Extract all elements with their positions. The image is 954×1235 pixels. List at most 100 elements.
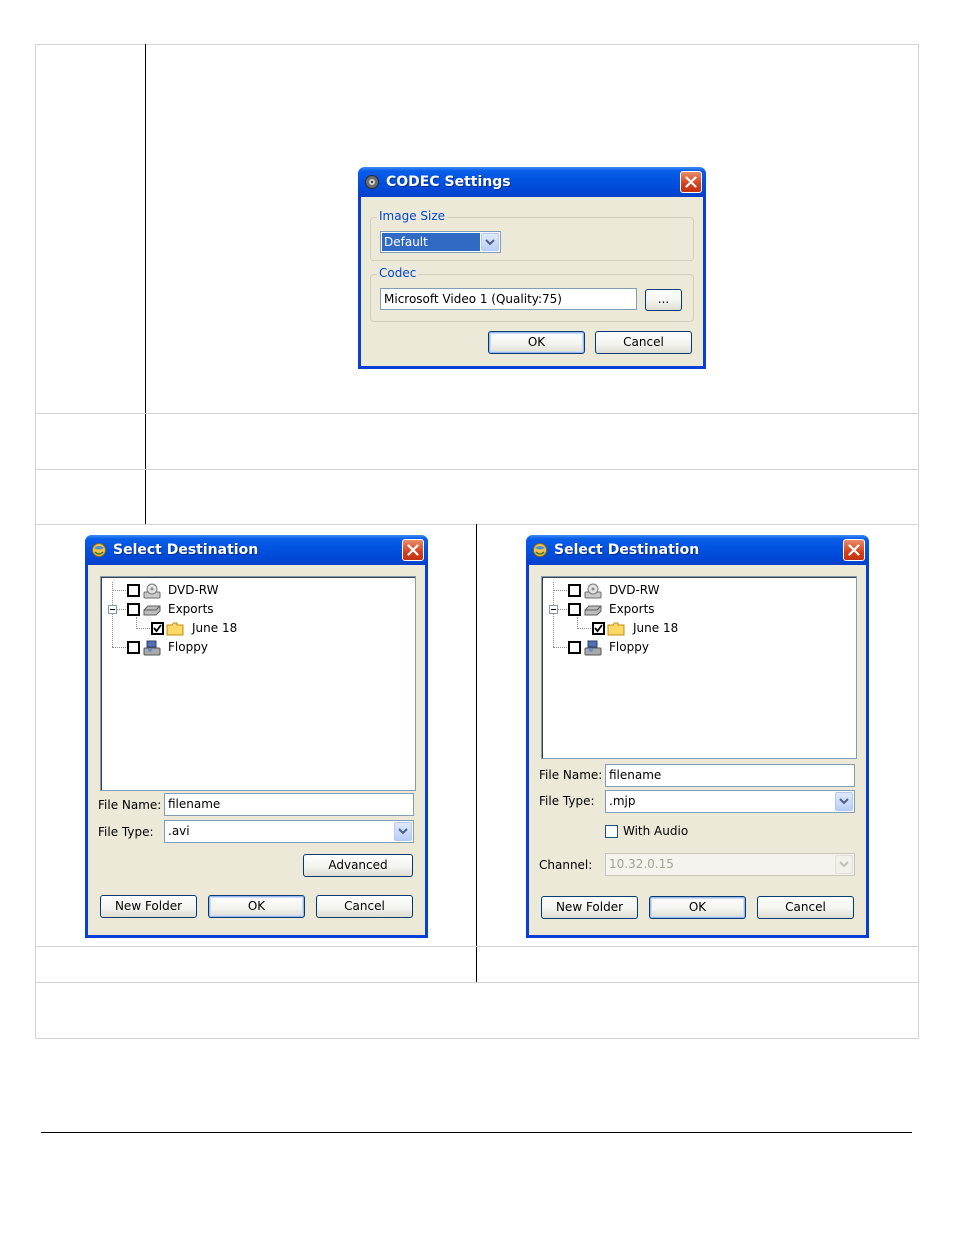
chevron-down-icon [839,798,849,805]
collapse-toggle[interactable] [108,605,117,614]
app-icon [92,543,106,557]
floppy-drive-icon [143,640,161,656]
image-size-dropdown-button[interactable] [481,233,499,251]
tree-item-label: Exports [168,602,214,616]
tree-line [116,609,126,610]
file-name-label: File Name: [98,798,162,812]
cancel-button[interactable]: Cancel [757,896,854,919]
ok-button[interactable]: OK [208,895,305,918]
table-row-line-3 [35,524,919,525]
table-border-top [35,44,919,45]
tree-item-label: June 18 [633,621,679,635]
file-type-select[interactable]: .mjp [605,790,855,813]
chevron-down-icon [485,239,495,246]
new-folder-button[interactable]: New Folder [100,895,197,918]
tree-line [112,647,126,648]
tree-line [577,628,591,629]
file-type-dropdown-button[interactable] [394,822,412,841]
with-audio-checkbox-row[interactable]: With Audio [605,824,725,840]
chevron-down-icon [839,861,849,868]
image-size-select[interactable]: Default [380,231,501,253]
codec-cancel-button[interactable]: Cancel [595,331,692,354]
codec-field[interactable]: Microsoft Video 1 (Quality:75) [380,288,637,310]
tree-line [136,628,150,629]
dvd-drive-icon [143,583,161,599]
destination-left-title: Select Destination [113,542,259,558]
codec-browse-button[interactable]: ... [645,289,682,311]
file-type-label: File Type: [539,794,595,808]
app-icon [365,175,379,189]
table-row-line-2 [35,469,919,470]
tree-checkbox[interactable] [127,641,140,654]
table-row-line-5 [35,982,919,983]
cancel-button[interactable]: Cancel [316,895,413,918]
with-audio-checkbox[interactable] [605,825,618,838]
codec-titlebar[interactable]: CODEC Settings [358,167,706,197]
tree-line [553,590,567,591]
tree-line [553,582,554,647]
file-name-input[interactable]: filename [605,764,855,787]
tree-item-label: DVD-RW [168,583,219,597]
tree-item-label: DVD-RW [609,583,660,597]
drive-icon [143,605,161,616]
close-button[interactable] [843,539,865,561]
file-type-value: .mjp [609,794,636,808]
select-destination-dialog-right: Select Destination DVD-RW Exports June 1… [526,535,869,938]
tree-line [112,590,126,591]
new-folder-button[interactable]: New Folder [541,896,638,919]
tree-checkbox[interactable] [127,584,140,597]
dvd-drive-icon [584,583,602,599]
tree-checkbox[interactable] [568,603,581,616]
file-type-select[interactable]: .avi [164,820,414,843]
tree-line [112,582,113,647]
advanced-button[interactable]: Advanced [303,854,413,877]
image-size-label: Image Size [377,209,448,223]
table-divider-left-col [145,44,146,524]
destination-tree-left[interactable]: DVD-RW Exports June 18 Floppy [100,576,416,791]
close-icon [685,176,697,188]
app-icon [533,543,547,557]
channel-dropdown-button[interactable] [835,855,853,874]
codec-ok-button[interactable]: OK [488,331,585,354]
tree-line [553,647,567,648]
destination-left-titlebar[interactable]: Select Destination [85,535,428,565]
close-button[interactable] [402,539,424,561]
image-size-group: Image Size Default [370,209,694,261]
destination-tree-right[interactable]: DVD-RW Exports June 18 Floppy [541,576,857,759]
channel-label: Channel: [539,858,593,872]
tree-checkbox-checked[interactable] [592,622,605,635]
image-size-value: Default [382,233,480,251]
folder-icon [166,622,184,636]
destination-right-titlebar[interactable]: Select Destination [526,535,869,565]
footer-rule [41,1132,912,1133]
drive-icon [584,605,602,616]
tree-item-label: Exports [609,602,655,616]
ok-button[interactable]: OK [649,896,746,919]
tree-line [557,609,567,610]
codec-dialog-title: CODEC Settings [386,174,511,190]
collapse-toggle[interactable] [549,605,558,614]
tree-checkbox[interactable] [127,603,140,616]
table-border-right [918,44,919,1039]
table-row-line-4 [35,946,919,947]
tree-checkbox[interactable] [568,584,581,597]
with-audio-label: With Audio [623,824,689,838]
select-destination-dialog-left: Select Destination DVD-RW Exports June 1… [85,535,428,938]
check-icon [153,624,162,633]
chevron-down-icon [398,828,408,835]
channel-select[interactable]: 10.32.0.15 [605,853,855,876]
file-type-dropdown-button[interactable] [835,792,853,811]
close-button[interactable] [680,171,702,193]
codec-group: Codec Microsoft Video 1 (Quality:75) ... [370,266,694,322]
file-name-label: File Name: [539,768,603,782]
table-border-left [35,44,36,1039]
file-name-input[interactable]: filename [164,793,414,816]
table-row-line-1 [35,413,919,414]
codec-label: Codec [377,266,419,280]
file-type-label: File Type: [98,825,154,839]
tree-checkbox[interactable] [568,641,581,654]
floppy-drive-icon [584,640,602,656]
tree-item-label: Floppy [609,640,649,654]
tree-checkbox-checked[interactable] [151,622,164,635]
table-divider-middle [476,524,477,982]
